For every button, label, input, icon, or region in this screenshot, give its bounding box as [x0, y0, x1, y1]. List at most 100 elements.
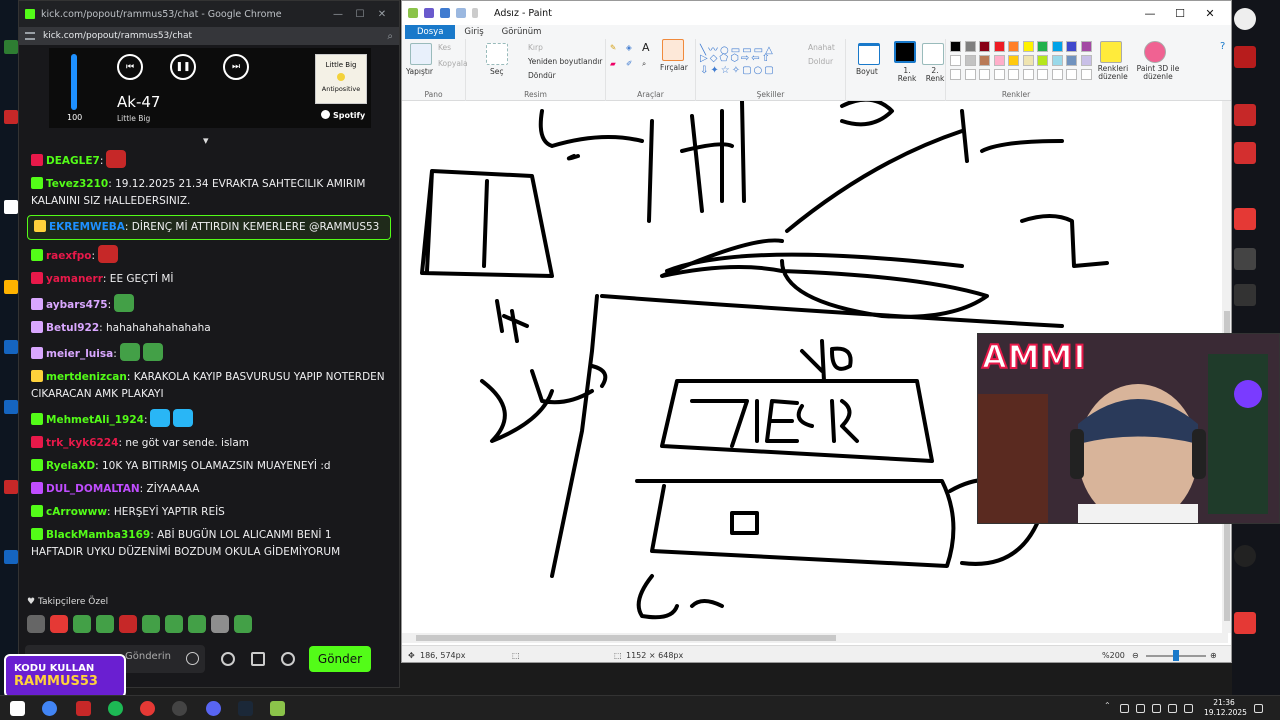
emote[interactable] [165, 615, 183, 633]
color-swatch[interactable] [1037, 69, 1048, 80]
chat-username[interactable]: cArrowww [46, 506, 107, 518]
notifications-icon[interactable] [1254, 704, 1263, 713]
steam-icon[interactable] [238, 701, 253, 716]
send-button[interactable]: Gönder [309, 646, 371, 672]
paint3d-button[interactable]: Paint 3D ile düzenle [1132, 65, 1184, 81]
desktop-icon[interactable] [4, 340, 18, 354]
chat-username[interactable]: meier_luisa [46, 348, 113, 360]
color-swatch[interactable] [979, 55, 990, 66]
color-swatch[interactable] [964, 69, 976, 80]
gift-icon[interactable] [251, 652, 265, 666]
color-swatch[interactable] [964, 41, 976, 52]
chat-username[interactable]: DEAGLE7 [46, 155, 100, 167]
color-swatch[interactable] [1037, 41, 1048, 52]
color-swatch[interactable] [979, 69, 990, 80]
fill-button[interactable]: Doldur [808, 57, 833, 66]
emote[interactable] [211, 615, 229, 633]
emoji-icon[interactable] [186, 652, 199, 665]
size-button[interactable]: Boyut [856, 67, 878, 76]
chat-username[interactable]: aybars475 [46, 299, 108, 311]
color-swatch[interactable] [993, 69, 1005, 80]
save-icon[interactable] [424, 8, 434, 18]
tab-file[interactable]: Dosya [405, 25, 456, 39]
color1-swatch[interactable] [894, 41, 916, 63]
cut-button[interactable]: Kes [438, 43, 451, 52]
minimize-icon[interactable]: — [1135, 7, 1165, 20]
desktop-icon[interactable] [4, 200, 18, 214]
color-swatch[interactable] [1051, 69, 1063, 80]
crop-button[interactable]: Kırp [528, 43, 543, 52]
brushes-button[interactable]: Fırçalar [660, 63, 688, 72]
zoom-icon[interactable]: ⌕ [387, 31, 393, 42]
spotify-icon[interactable] [108, 701, 123, 716]
size-icon[interactable] [858, 43, 880, 65]
next-track-icon[interactable]: ⏭ [223, 54, 249, 80]
color-swatch[interactable] [993, 55, 1005, 66]
emote[interactable] [142, 615, 160, 633]
address-bar[interactable]: kick.com/popout/rammus53/chat ⌕ [19, 27, 399, 45]
pause-icon[interactable]: ❚❚ [170, 54, 196, 80]
zoom-out-icon[interactable]: ⊖ [1132, 651, 1139, 660]
color-swatch[interactable] [950, 41, 961, 52]
chat-username[interactable]: mertdenizcan [46, 371, 127, 383]
volume-bar[interactable] [71, 54, 77, 110]
color-swatch[interactable] [1080, 41, 1092, 52]
emote[interactable] [119, 615, 137, 633]
microphone-icon[interactable] [1120, 704, 1129, 713]
horizontal-scrollbar[interactable] [402, 633, 1228, 643]
color-swatch[interactable] [964, 55, 976, 66]
brushes-icon[interactable] [662, 39, 684, 61]
color-swatch[interactable] [1066, 55, 1077, 66]
text-icon[interactable]: A [642, 41, 650, 54]
chat-username[interactable]: BlackMamba3169 [46, 529, 150, 541]
paste-icon[interactable] [410, 43, 432, 65]
color-swatch[interactable] [1066, 41, 1077, 52]
chat-username[interactable]: DUL_DOMALTAN [46, 483, 140, 495]
undo-icon[interactable] [440, 8, 450, 18]
desktop-icon[interactable] [1234, 46, 1256, 68]
color-swatch[interactable] [1051, 55, 1063, 66]
resize-button[interactable]: Yeniden boyutlandır [528, 57, 602, 66]
horizontal-scrollbar-thumb[interactable] [416, 635, 836, 641]
emote[interactable] [50, 615, 68, 633]
discord-icon[interactable] [206, 701, 221, 716]
color-swatch[interactable] [1008, 41, 1019, 52]
color2-button[interactable]: 2. Renk [924, 67, 946, 83]
desktop-icon[interactable] [1234, 8, 1256, 30]
fill-icon[interactable]: ◈ [626, 43, 632, 52]
chat-emote[interactable] [142, 343, 163, 361]
desktop-icon[interactable] [1234, 142, 1256, 164]
color-swatch[interactable] [1022, 69, 1034, 80]
chat-emote[interactable] [150, 409, 171, 427]
desktop-icon[interactable] [4, 110, 18, 124]
customize-quick-access-icon[interactable] [472, 8, 478, 18]
edit-colors-button[interactable]: Renkleri düzenle [1096, 65, 1130, 81]
previous-track-icon[interactable]: ⏮ [117, 54, 143, 80]
help-icon[interactable]: ? [1220, 41, 1225, 52]
desktop-icon[interactable] [1234, 104, 1256, 126]
emote[interactable] [27, 615, 45, 633]
language-icon[interactable] [1184, 704, 1193, 713]
tab-view[interactable]: Görünüm [493, 27, 551, 37]
color1-button[interactable]: 1. Renk [896, 67, 918, 83]
desktop-icon[interactable] [4, 40, 18, 54]
outline-button[interactable]: Anahat [808, 43, 835, 52]
redo-icon[interactable] [456, 8, 466, 18]
close-icon[interactable]: ✕ [371, 9, 393, 20]
chat-emote[interactable] [119, 343, 140, 361]
start-icon[interactable] [10, 701, 25, 716]
edit-colors-icon[interactable] [1100, 41, 1122, 63]
emote-picker-icon[interactable] [221, 652, 235, 666]
tab-home[interactable]: Giriş [455, 27, 492, 37]
emote[interactable] [96, 615, 114, 633]
color-picker-icon[interactable]: ✐ [626, 59, 632, 68]
emote[interactable] [73, 615, 91, 633]
desktop-icon[interactable] [1234, 208, 1256, 230]
desktop-icon[interactable] [1234, 545, 1256, 567]
chat-username[interactable]: raexfpo [46, 250, 91, 262]
desktop-icon[interactable] [4, 550, 18, 564]
paint3d-icon[interactable] [1144, 41, 1166, 63]
zoom-in-icon[interactable]: ⊕ [1210, 651, 1217, 660]
emote[interactable] [234, 615, 252, 633]
shapes-gallery-row-3[interactable]: ⇩✦☆✧▢○▢ [700, 65, 776, 76]
